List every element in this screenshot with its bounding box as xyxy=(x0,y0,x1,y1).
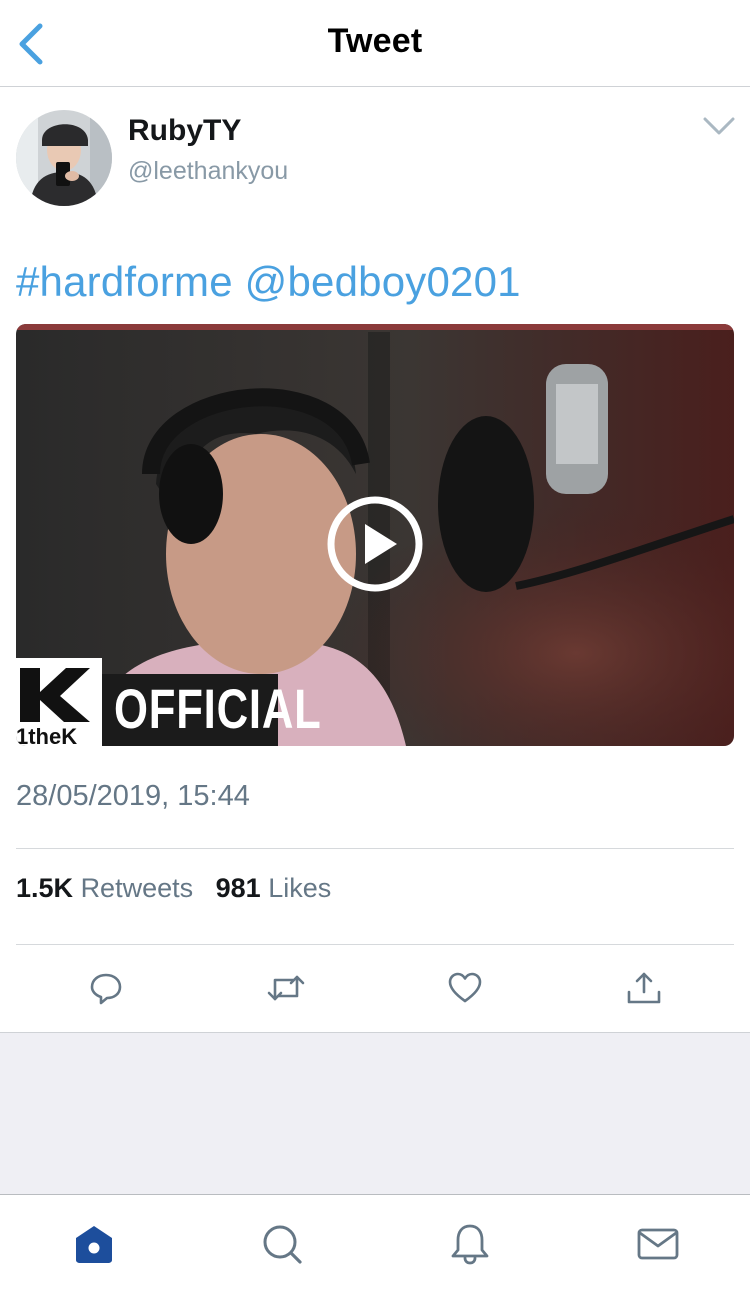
tweet-timestamp: 28/05/2019, 15:44 xyxy=(16,780,250,812)
more-options-button[interactable] xyxy=(700,112,738,140)
tab-home[interactable] xyxy=(72,1222,116,1266)
chevron-down-icon xyxy=(703,117,735,135)
empty-area xyxy=(0,1032,750,1194)
channel-label: 1theK xyxy=(16,724,78,746)
search-icon xyxy=(263,1225,302,1264)
likes-count: 981 xyxy=(215,873,261,903)
official-label: OFFICIAL xyxy=(114,677,322,740)
avatar-image xyxy=(16,110,112,206)
reply-icon xyxy=(90,973,122,1005)
retweets-count: 1.5K xyxy=(16,873,74,903)
share-icon xyxy=(627,972,661,1004)
share-button[interactable] xyxy=(626,970,662,1006)
home-icon xyxy=(76,1226,112,1263)
play-icon[interactable] xyxy=(325,494,425,594)
reply-button[interactable] xyxy=(88,970,124,1006)
mail-icon xyxy=(637,1228,679,1260)
like-button[interactable] xyxy=(447,970,483,1006)
likes-label: Likes xyxy=(268,873,332,903)
hashtag-link[interactable]: #hardforme xyxy=(16,258,233,305)
retweet-icon xyxy=(267,975,305,1001)
divider xyxy=(16,944,734,945)
nav-bar: Tweet xyxy=(0,0,750,87)
mention-link[interactable]: @bedboy0201 xyxy=(245,258,521,305)
video-player[interactable]: 1theK OFFICIAL xyxy=(16,324,734,746)
likes-stat[interactable]: 981 Likes xyxy=(216,873,332,903)
retweets-label: Retweets xyxy=(80,873,194,903)
bell-icon xyxy=(451,1224,489,1265)
display-name[interactable]: RubyTY xyxy=(128,114,241,148)
tab-messages[interactable] xyxy=(636,1222,680,1266)
avatar[interactable] xyxy=(16,110,112,206)
page-title: Tweet xyxy=(327,22,423,60)
retweet-button[interactable] xyxy=(266,970,305,1006)
tweet-stats: 1.5K Retweets 981 Likes xyxy=(16,873,331,904)
tweet-text: #hardforme @bedboy0201 xyxy=(16,258,521,306)
username[interactable]: @leethankyou xyxy=(128,157,288,186)
divider xyxy=(16,848,734,849)
retweets-stat[interactable]: 1.5K Retweets xyxy=(16,873,193,903)
tab-search[interactable] xyxy=(260,1222,304,1266)
tab-notifications[interactable] xyxy=(448,1222,492,1266)
heart-icon xyxy=(448,972,482,1003)
